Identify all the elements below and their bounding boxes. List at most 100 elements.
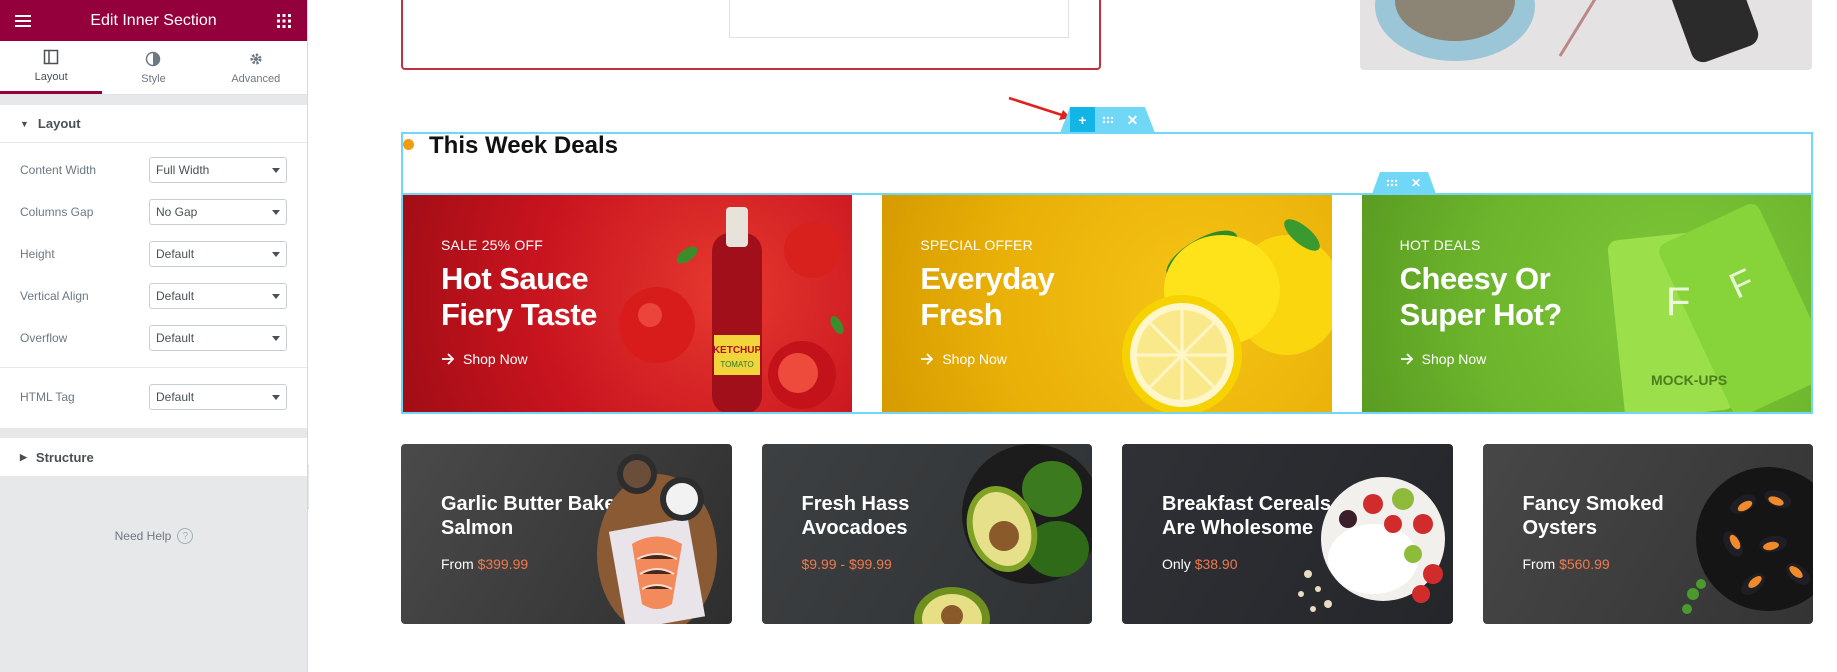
price-amount: $560.99 bbox=[1559, 556, 1610, 572]
dropdown-arrow-icon bbox=[272, 293, 280, 299]
control-vertical-align: Vertical Align Default bbox=[0, 275, 307, 317]
contrast-icon bbox=[146, 51, 161, 66]
avocado-image bbox=[914, 444, 1092, 624]
section-title: Structure bbox=[35, 449, 94, 465]
control-label: Columns Gap bbox=[20, 205, 94, 219]
select-value: Default bbox=[156, 390, 195, 404]
control-columns-gap: Columns Gap No Gap bbox=[0, 191, 307, 233]
arrow-right-icon bbox=[442, 353, 455, 365]
drag-handle-icon[interactable] bbox=[1095, 107, 1120, 133]
tab-layout[interactable]: Layout bbox=[0, 41, 103, 94]
caret-down-icon: ▼ bbox=[20, 118, 29, 129]
tab-label: Style bbox=[141, 72, 166, 85]
gear-icon bbox=[250, 53, 262, 64]
arrow-right-icon bbox=[1400, 353, 1413, 365]
heading-dot-icon bbox=[403, 139, 414, 150]
banner-hot-sauce[interactable]: KETCHUP TOMATO SALE 25% OFF Hot Sauce Fi… bbox=[403, 195, 853, 412]
price-prefix: From bbox=[1522, 556, 1556, 572]
dropdown-arrow-icon bbox=[272, 335, 280, 341]
select-value: No Gap bbox=[156, 205, 198, 219]
add-section-button[interactable]: + bbox=[1070, 107, 1095, 133]
product-row: Garlic Butter Baked Salmon From $399.99 … bbox=[401, 444, 1813, 624]
tab-style[interactable]: Style bbox=[102, 41, 204, 94]
caret-right-icon: ▶ bbox=[20, 451, 27, 462]
salmon-image bbox=[596, 454, 717, 624]
need-help-link[interactable]: Need Help ? bbox=[0, 528, 308, 544]
hamburger-menu-icon[interactable] bbox=[12, 10, 34, 32]
select-value: Default bbox=[156, 331, 195, 345]
layout-section-header[interactable]: ▼ Layout bbox=[0, 105, 307, 143]
banner-cheesy[interactable]: MOCK-UPS F F HOT DEALS Cheesy Or Super H… bbox=[1361, 195, 1811, 412]
ketchup-bottle-image: KETCHUP TOMATO bbox=[619, 207, 844, 412]
product-card-avocado[interactable]: Fresh Hass Avocadoes $9.99 - $99.99 bbox=[761, 444, 1092, 624]
section-heading[interactable]: This Week Deals bbox=[429, 132, 618, 160]
price-amount: $399.99 bbox=[477, 556, 529, 572]
dropdown-arrow-icon bbox=[272, 394, 280, 400]
price-amount: $9.99 - $99.99 bbox=[801, 556, 892, 572]
layout-icon bbox=[43, 49, 59, 65]
control-html-tag: HTML Tag Default bbox=[0, 376, 307, 418]
lemon-image bbox=[1121, 219, 1332, 412]
product-card-cereals[interactable]: Breakfast Cereals Are Wholesome Only $38… bbox=[1122, 444, 1453, 624]
select-value: Default bbox=[156, 289, 195, 303]
price-prefix: Only bbox=[1162, 556, 1191, 572]
control-label: HTML Tag bbox=[20, 390, 75, 404]
select-value: Full Width bbox=[156, 163, 210, 177]
bottle-sublabel: TOMATO bbox=[721, 360, 754, 369]
control-label: Vertical Align bbox=[20, 289, 89, 303]
control-label: Overflow bbox=[20, 331, 68, 345]
previous-section-image bbox=[1360, 0, 1812, 70]
control-content-width: Content Width Full Width bbox=[0, 149, 307, 191]
product-card-oysters[interactable]: Fancy Smoked Oysters From $560.99 bbox=[1482, 444, 1813, 624]
tab-advanced[interactable]: Advanced bbox=[205, 41, 307, 94]
divider bbox=[0, 367, 307, 368]
vertical-align-select[interactable]: Default bbox=[149, 283, 287, 309]
inner-section-handle: ✕ bbox=[1372, 172, 1436, 194]
banner-title: Cheesy Or Super Hot? bbox=[1399, 261, 1563, 332]
height-select[interactable]: Default bbox=[149, 241, 287, 267]
preview-canvas: + ✕ This Week Deals ✕ KETCHUP TOMATO SAL… bbox=[309, 0, 1837, 672]
shop-now-label: Shop Now bbox=[463, 351, 528, 367]
layout-section: ▼ Layout Content Width Full Width Column… bbox=[0, 105, 307, 428]
dropdown-arrow-icon bbox=[272, 209, 280, 215]
control-label: Height bbox=[20, 247, 55, 261]
svg-text:F: F bbox=[1666, 280, 1690, 324]
overflow-select[interactable]: Default bbox=[149, 325, 287, 351]
mussels-pan-image bbox=[1682, 467, 1813, 614]
shop-now-label: Shop Now bbox=[942, 351, 1007, 367]
tab-label: Advanced bbox=[231, 72, 281, 85]
delete-inner-section-button[interactable]: ✕ bbox=[1404, 172, 1428, 194]
panel-title: Edit Inner Section bbox=[90, 11, 217, 29]
pack-lettering: MOCK-UPS bbox=[1651, 372, 1727, 388]
need-help-label: Need Help bbox=[114, 529, 172, 543]
columns-gap-select[interactable]: No Gap bbox=[149, 199, 287, 225]
drag-handle-icon[interactable] bbox=[1380, 172, 1404, 194]
previous-widget-box[interactable] bbox=[729, 0, 1069, 38]
select-value: Default bbox=[156, 247, 195, 261]
control-overflow: Overflow Default bbox=[0, 317, 307, 359]
delete-section-button[interactable]: ✕ bbox=[1120, 107, 1145, 133]
structure-section-header[interactable]: ▶ Structure bbox=[0, 438, 307, 476]
cereal-bowl-image bbox=[1297, 477, 1445, 612]
help-icon: ? bbox=[177, 528, 194, 544]
price-amount: $38.90 bbox=[1194, 556, 1238, 572]
html-tag-select[interactable]: Default bbox=[149, 384, 287, 410]
control-height: Height Default bbox=[0, 233, 307, 275]
banner-row[interactable]: KETCHUP TOMATO SALE 25% OFF Hot Sauce Fi… bbox=[401, 195, 1813, 414]
price-prefix: From bbox=[441, 556, 474, 572]
panel-header: Edit Inner Section bbox=[0, 0, 307, 41]
bottle-label: KETCHUP bbox=[713, 345, 762, 356]
widgets-grid-icon[interactable] bbox=[273, 10, 295, 32]
dropdown-arrow-icon bbox=[272, 167, 280, 173]
shop-now-label: Shop Now bbox=[1421, 351, 1487, 367]
product-card-salmon[interactable]: Garlic Butter Baked Salmon From $399.99 bbox=[401, 444, 732, 624]
section-title: Layout bbox=[37, 116, 81, 131]
structure-section: ▶ Structure bbox=[0, 438, 307, 476]
content-width-select[interactable]: Full Width bbox=[149, 157, 287, 183]
control-label: Content Width bbox=[20, 163, 97, 177]
tab-label: Layout bbox=[34, 71, 68, 83]
editor-panel: Edit Inner Section Layout Style Advanced… bbox=[0, 0, 308, 672]
banner-everyday-fresh[interactable]: SPECIAL OFFER Everyday Fresh Shop Now bbox=[882, 195, 1332, 412]
section-edit-handle: + ✕ bbox=[1060, 107, 1155, 133]
chips-bag-image: MOCK-UPS F F bbox=[1607, 203, 1811, 412]
